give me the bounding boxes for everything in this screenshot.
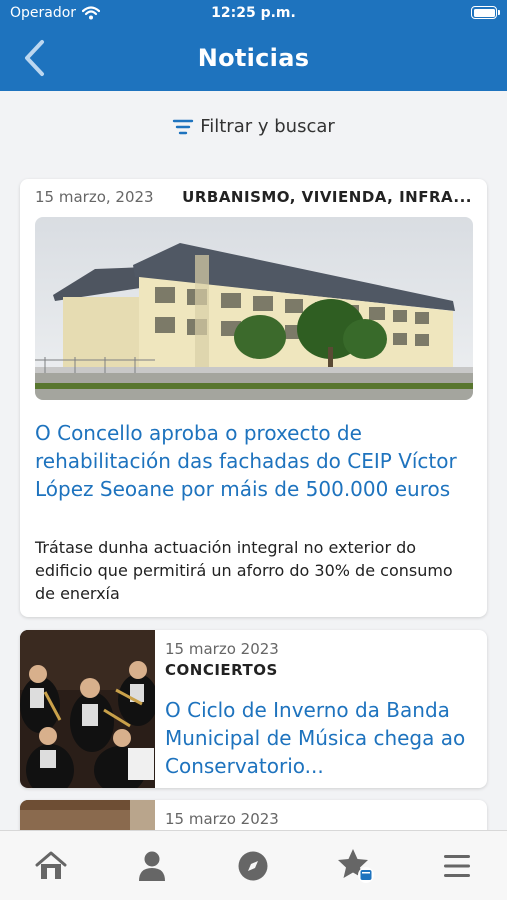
tab-favorites[interactable]	[336, 847, 376, 885]
bottom-tab-bar	[0, 830, 507, 900]
tab-explore[interactable]	[233, 847, 273, 885]
user-icon	[139, 851, 165, 881]
tab-menu[interactable]	[437, 847, 477, 885]
filter-search-button[interactable]: Filtrar y buscar	[0, 116, 507, 137]
news-card[interactable]: 15 marzo, 2023 URBANISMO, VIVIENDA, INFR…	[20, 179, 487, 617]
news-category: CONCIERTOS	[165, 661, 278, 679]
menu-icon	[444, 855, 470, 877]
news-date: 15 marzo, 2023	[35, 188, 154, 206]
school-building-photo	[35, 217, 473, 400]
news-category: URBANISMO, VIVIENDA, INFRA...	[182, 188, 472, 206]
filter-label: Filtrar y buscar	[200, 116, 335, 137]
battery-icon	[471, 6, 500, 19]
news-card[interactable]: 15 marzo 2023 CONCIERTOS O Ciclo de Inve…	[20, 630, 487, 788]
compass-icon	[238, 851, 268, 881]
tab-profile[interactable]	[132, 847, 172, 885]
filter-icon	[173, 119, 194, 134]
band-musicians-photo	[20, 630, 158, 788]
news-title[interactable]: O Ciclo de Inverno da Banda Municipal de…	[165, 696, 480, 780]
home-icon	[35, 851, 67, 879]
page-title: Noticias	[197, 44, 310, 72]
status-bar: Operador 12:25 p.m.	[0, 0, 507, 28]
favorites-icon	[338, 849, 374, 883]
news-date: 15 marzo 2023	[165, 810, 279, 828]
news-summary: Trátase dunha actuación integral no exte…	[35, 538, 453, 603]
app-header: Operador 12:25 p.m. Noticias	[0, 0, 507, 91]
tab-home[interactable]	[31, 847, 71, 885]
news-title[interactable]: O Concello aproba o proxecto de rehabili…	[35, 419, 475, 503]
news-date: 15 marzo 2023	[165, 640, 279, 658]
status-time: 12:25 p.m.	[211, 5, 296, 21]
